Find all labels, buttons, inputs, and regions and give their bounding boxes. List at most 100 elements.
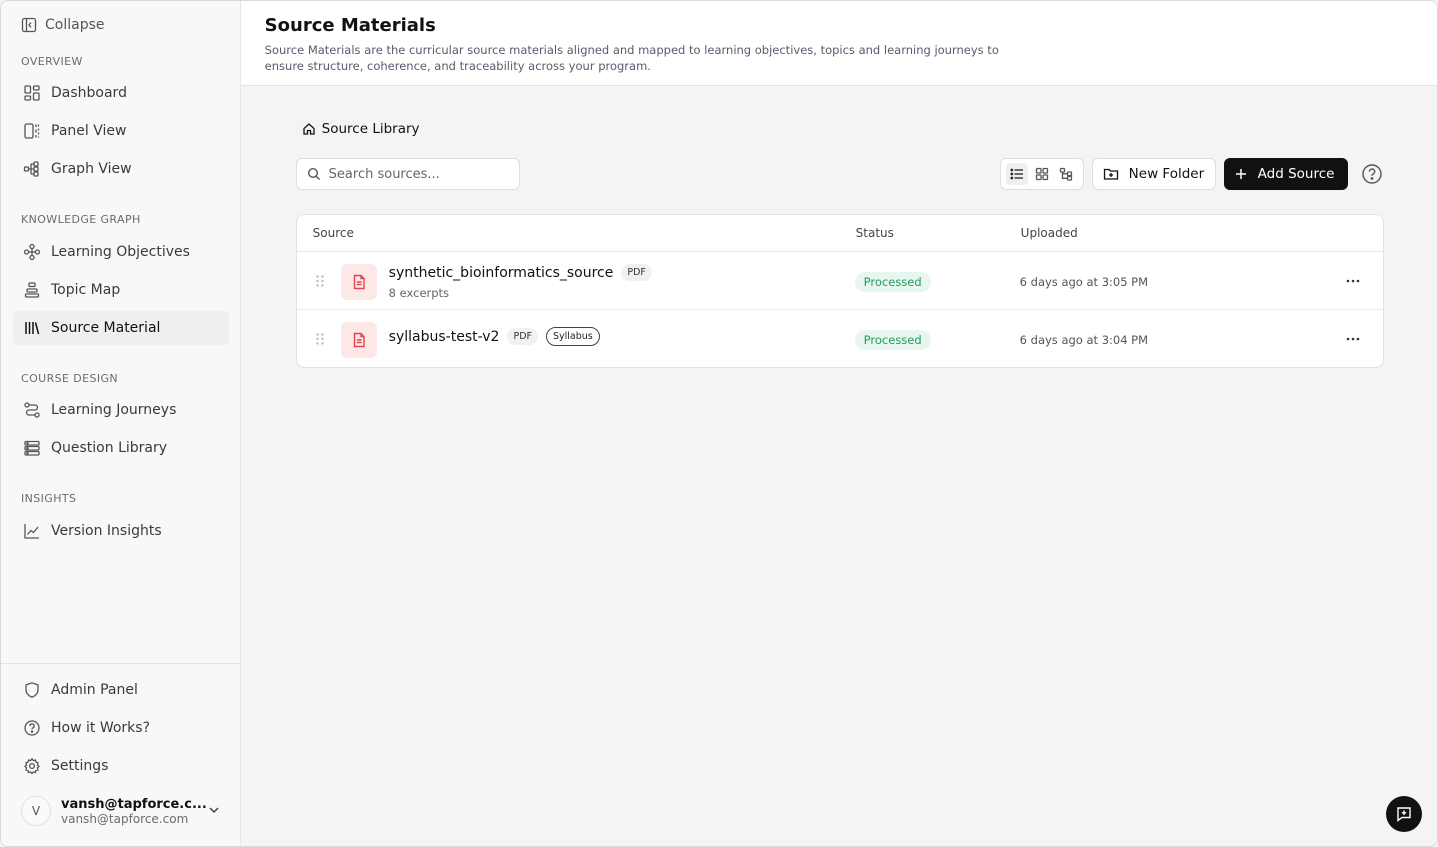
file-type-badge: PDF <box>621 264 652 281</box>
page-description: Source Materials are the curricular sour… <box>264 43 999 73</box>
sidebar-collapse-icon <box>21 17 37 33</box>
table-header: Source Status Uploaded <box>296 215 1383 252</box>
sidebar-item-topic-map[interactable]: Topic Map <box>13 273 229 307</box>
breadcrumb-label: Source Library <box>321 121 420 137</box>
new-folder-button[interactable]: New Folder <box>1091 158 1216 190</box>
grid-view-button[interactable] <box>1031 163 1053 185</box>
sidebar-item-label: Admin Panel <box>51 682 138 698</box>
sidebar-item-version-insights[interactable]: Version Insights <box>13 514 229 548</box>
file-name-row: syllabus-test-v2 PDF Syllabus <box>389 327 600 346</box>
sidebar-item-how-it-works[interactable]: How it Works? <box>13 711 229 745</box>
pdf-file-icon <box>340 264 377 300</box>
add-source-label: Add Source <box>1257 166 1335 182</box>
file-type-badge: PDF <box>507 328 538 345</box>
user-menu[interactable]: V vansh@tapforce.c... vansh@tapforce.com <box>21 791 231 831</box>
new-folder-label: New Folder <box>1128 166 1205 182</box>
graph-view-icon <box>23 161 39 177</box>
syllabus-tag: Syllabus <box>545 327 600 346</box>
sidebar-item-label: Learning Journeys <box>51 402 177 418</box>
gear-icon <box>24 757 40 775</box>
list-icon <box>1010 168 1023 180</box>
user-email: vansh@tapforce.com <box>61 811 189 826</box>
help-circle-icon <box>24 720 40 736</box>
section-label-insights: INSIGHTS <box>21 492 77 505</box>
sources-table: Source Status Uploaded synthetic_bioinfo… <box>295 214 1384 368</box>
column-header-uploaded[interactable]: Uploaded <box>1021 226 1078 240</box>
sidebar-item-dashboard[interactable]: Dashboard <box>13 76 229 110</box>
list-view-button[interactable] <box>1006 163 1028 185</box>
sidebar-item-label: Panel View <box>51 123 127 139</box>
drag-handle-icon[interactable] <box>315 332 325 346</box>
view-toggle <box>999 158 1084 190</box>
sidebar-item-source-material[interactable]: Source Material <box>13 311 229 345</box>
sidebar-item-graph-view[interactable]: Graph View <box>13 152 229 186</box>
tree-icon <box>1060 167 1073 181</box>
search-box[interactable] <box>295 158 520 190</box>
sidebar-item-admin-panel[interactable]: Admin Panel <box>13 673 229 707</box>
pdf-file-icon <box>340 322 377 358</box>
shield-icon <box>25 682 39 698</box>
breadcrumb[interactable]: Source Library <box>302 121 420 137</box>
collapse-button[interactable]: Collapse <box>21 15 105 35</box>
drag-handle-icon[interactable] <box>315 274 325 288</box>
sidebar-item-settings[interactable]: Settings <box>13 749 229 783</box>
search-icon <box>307 167 320 180</box>
section-label-knowledge-graph: KNOWLEDGE GRAPH <box>21 213 141 226</box>
help-icon[interactable] <box>1361 163 1383 185</box>
app-window: Collapse OVERVIEW Dashboard Panel View G… <box>0 0 1438 847</box>
chevron-down-icon[interactable] <box>207 803 221 817</box>
sidebar-item-label: Dashboard <box>51 85 127 101</box>
uploaded-time: 6 days ago at 3:05 PM <box>1019 275 1149 289</box>
topic-map-icon <box>24 282 40 298</box>
folder-plus-icon <box>1103 168 1118 180</box>
status-badge: Processed <box>854 330 931 350</box>
page-header: Source Materials Source Materials are th… <box>240 1 1437 86</box>
sidebar-divider <box>1 663 240 664</box>
more-options-icon[interactable] <box>1345 332 1361 346</box>
sidebar-item-label: Graph View <box>51 161 132 177</box>
sidebar: Collapse OVERVIEW Dashboard Panel View G… <box>1 1 241 846</box>
file-name[interactable]: syllabus-test-v2 <box>389 329 500 345</box>
column-header-status[interactable]: Status <box>856 226 894 240</box>
sidebar-item-label: Question Library <box>51 440 168 456</box>
excerpt-count: 8 excerpts <box>388 286 450 300</box>
user-info: vansh@tapforce.c... vansh@tapforce.com <box>61 797 211 826</box>
uploaded-time: 6 days ago at 3:04 PM <box>1019 333 1149 347</box>
sidebar-item-label: Topic Map <box>51 282 121 298</box>
sidebar-item-learning-journeys[interactable]: Learning Journeys <box>13 393 229 427</box>
tree-view-button[interactable] <box>1055 163 1077 185</box>
sidebar-item-label: Version Insights <box>51 523 162 539</box>
table-row[interactable]: syllabus-test-v2 PDF Syllabus Processed … <box>297 310 1383 367</box>
grid-icon <box>1035 167 1048 181</box>
chat-button[interactable] <box>1386 796 1422 832</box>
main-content: Source Materials Source Materials are th… <box>240 1 1437 846</box>
home-icon <box>303 123 315 135</box>
page-title: Source Materials <box>264 15 436 36</box>
collapse-label: Collapse <box>45 17 105 33</box>
add-source-button[interactable]: Add Source <box>1223 158 1348 190</box>
search-input[interactable] <box>328 166 509 182</box>
section-label-overview: OVERVIEW <box>21 55 83 68</box>
sidebar-item-panel-view[interactable]: Panel View <box>13 114 229 148</box>
avatar: V <box>21 796 51 826</box>
question-library-icon <box>24 440 40 456</box>
column-header-source[interactable]: Source <box>313 226 354 240</box>
table-row[interactable]: synthetic_bioinformatics_source PDF 8 ex… <box>296 252 1383 310</box>
panel-view-icon <box>24 123 40 139</box>
chat-icon <box>1397 807 1411 822</box>
plus-icon <box>1235 169 1246 179</box>
status-badge: Processed <box>854 272 931 292</box>
learning-journeys-icon <box>24 402 40 418</box>
dashboard-icon <box>24 85 40 101</box>
section-label-course-design: COURSE DESIGN <box>21 372 119 385</box>
more-options-icon[interactable] <box>1345 274 1361 288</box>
user-name: vansh@tapforce.c... <box>61 796 207 812</box>
file-name[interactable]: synthetic_bioinformatics_source <box>389 265 614 281</box>
chart-line-icon <box>24 524 39 539</box>
library-icon <box>25 322 40 335</box>
sidebar-item-question-library[interactable]: Question Library <box>13 431 229 465</box>
sidebar-item-learning-objectives[interactable]: Learning Objectives <box>13 235 229 269</box>
sidebar-item-label: How it Works? <box>51 720 150 736</box>
learning-objectives-icon <box>23 243 41 261</box>
file-name-row: synthetic_bioinformatics_source PDF <box>389 264 652 281</box>
